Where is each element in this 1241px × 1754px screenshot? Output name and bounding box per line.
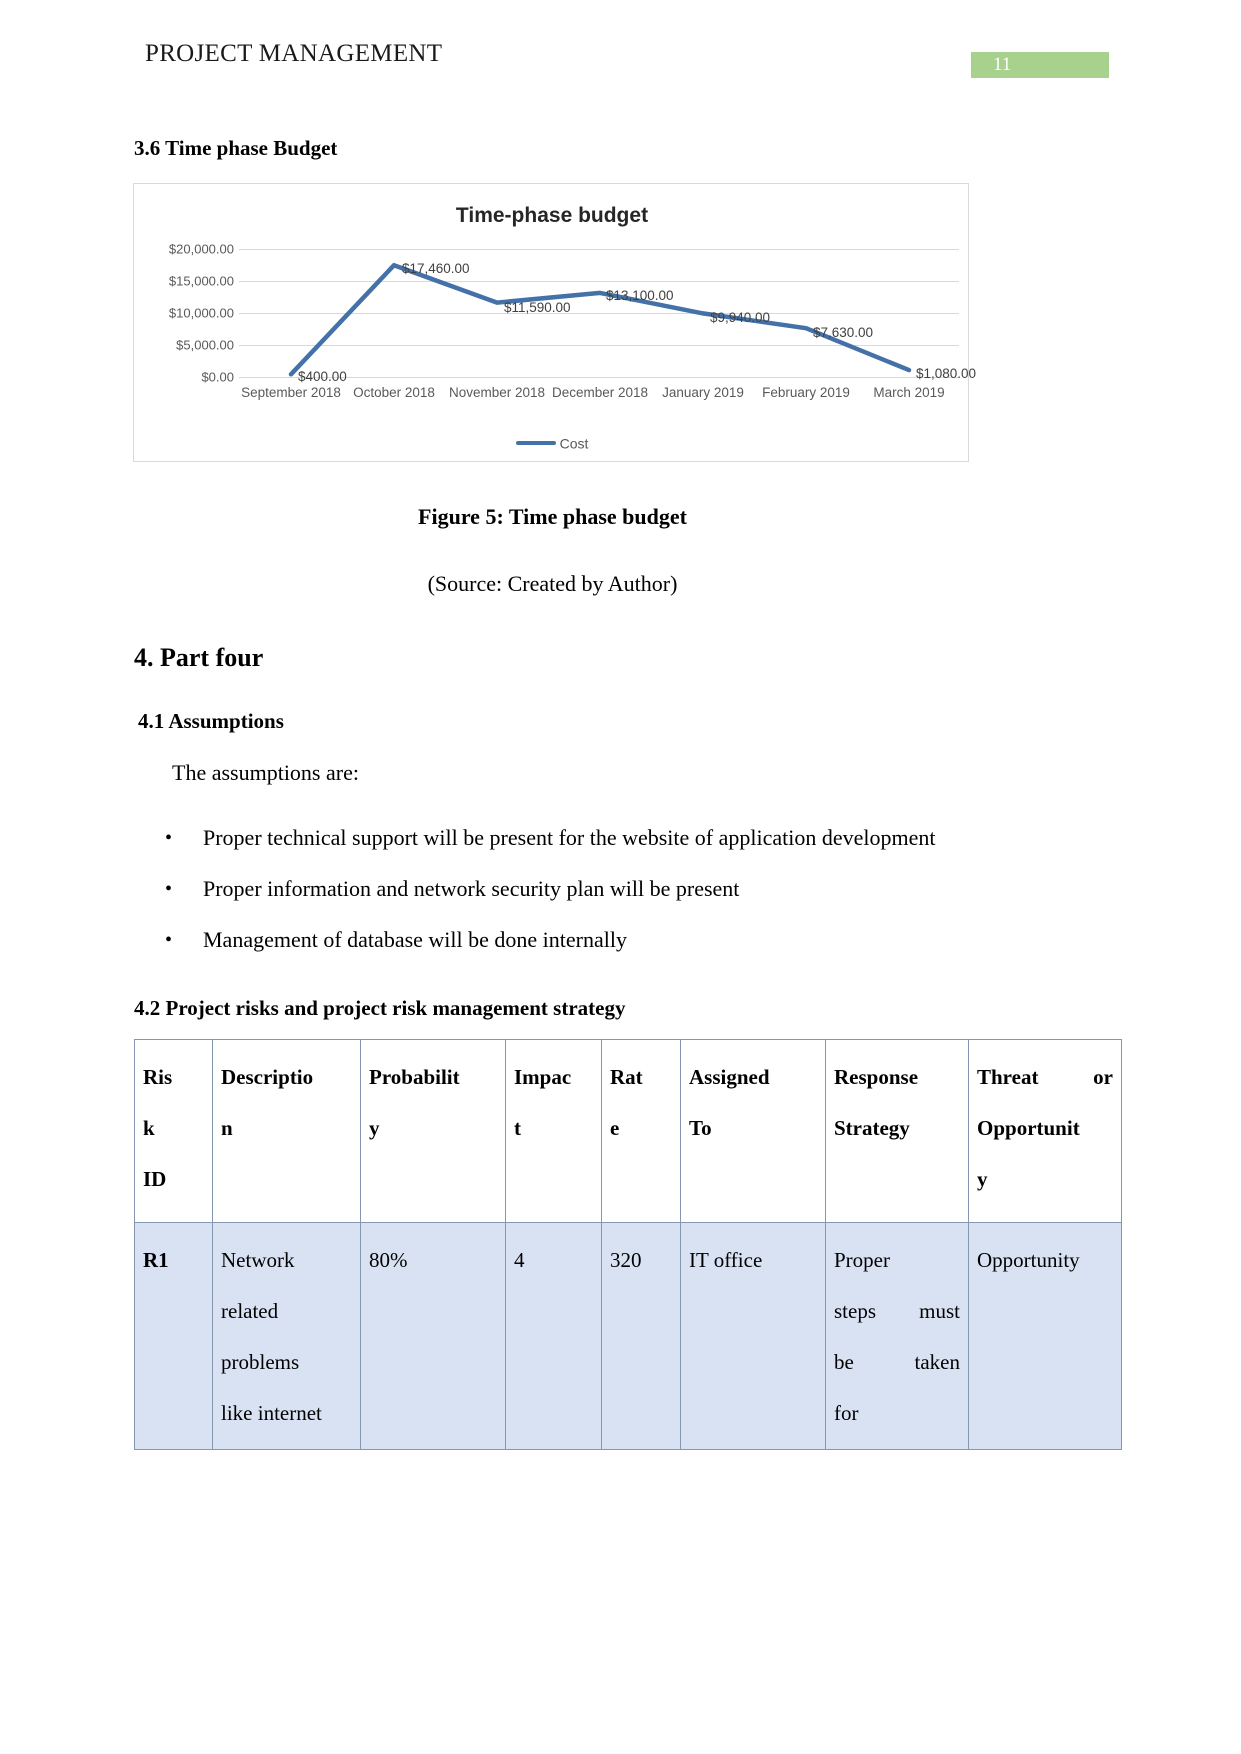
header-line: Impac [514,1065,572,1089]
column-header-risk-id: Ris k ID [134,1039,213,1223]
document-title: PROJECT MANAGEMENT [145,40,443,67]
cell-line: be taken [834,1350,960,1374]
data-label: $17,460.00 [402,261,470,276]
chart-plot-area: $20,000.00 $15,000.00 $10,000.00 $5,000.… [134,242,976,434]
header-line: t [514,1116,521,1140]
bullet-icon: • [165,878,173,900]
header-line: Descriptio [221,1065,314,1089]
cell-rate: 320 [601,1222,681,1450]
bullet-icon: • [165,827,173,849]
list-item: • Proper information and network securit… [165,877,1065,928]
header-line: n [221,1116,233,1140]
cell-line: Network [221,1248,295,1272]
column-header-rate: Rat e [601,1039,681,1223]
cell-threat-or-opportunity: Opportunity [968,1222,1122,1450]
x-tick-label: February 2019 [762,385,850,400]
x-tick-label: November 2018 [448,385,546,400]
x-tick-label: October 2018 [353,385,435,400]
header-line: e [610,1116,620,1140]
table-row: R1 Network related problems like interne… [134,1222,1122,1450]
chart-x-axis-labels: September 2018 October 2018 November 201… [239,384,959,428]
cell-description: Network related problems like internet [212,1222,361,1450]
x-tick-label: March 2019 [873,385,945,400]
header-line: Response [834,1065,919,1089]
table-header-row: Ris k ID Descriptio n Probabilit y Impac… [134,1039,1122,1223]
data-label: $11,590.00 [504,300,571,315]
data-label: $7,630.00 [813,325,874,340]
assumptions-intro: The assumptions are: [172,760,359,785]
column-header-threat-or-opportunity: Threat or Opportunit y [968,1039,1122,1223]
cell-impact: 4 [505,1222,602,1450]
cell-line: related [221,1299,279,1323]
list-item-label: Proper technical support will be present… [203,825,936,850]
data-label: $13,100.00 [606,288,674,303]
chart-legend: Cost [134,434,970,451]
header-line: Threat or [977,1065,1113,1089]
cell-risk-id: R1 [134,1222,213,1450]
assumptions-list: • Proper technical support will be prese… [165,826,1065,979]
cell-line: Proper [834,1248,890,1272]
header-line: Assigned [689,1065,770,1089]
header-line: y [977,1167,988,1191]
header-line: y [369,1116,380,1140]
x-tick-label: September 2018 [241,385,341,400]
heading-4-2: 4.2 Project risks and project risk manag… [134,996,626,1020]
cell-line: steps must [834,1299,960,1323]
list-item: • Proper technical support will be prese… [165,826,1065,877]
heading-4-1: 4.1 Assumptions [138,709,284,733]
cell-line: for [834,1401,859,1425]
list-item-label: Management of database will be done inte… [203,927,627,952]
legend-label-cost: Cost [559,435,589,451]
header-line: To [689,1116,712,1140]
data-label: $9,940.00 [710,310,771,325]
column-header-probability: Probabilit y [360,1039,506,1223]
figure-source: (Source: Created by Author) [427,571,678,596]
bullet-icon: • [165,929,173,951]
list-item-label: Proper information and network security … [203,876,740,901]
cell-probability: 80% [360,1222,506,1450]
header-line: k [143,1116,155,1140]
column-header-description: Descriptio n [212,1039,361,1223]
table-header-row-group: Ris k ID Descriptio n Probabilit y Impac… [134,1039,1122,1223]
data-label: $1,080.00 [916,366,977,381]
header-line: Opportunit [977,1116,1080,1140]
risk-management-table: Ris k ID Descriptio n Probabilit y Impac… [134,1039,1122,1450]
cell-response-strategy: Proper steps must be taken for [825,1222,969,1450]
legend-color-swatch-cost [515,441,556,445]
time-phase-budget-chart: Time-phase budget $20,000.00 $15,000.00 … [133,183,976,462]
column-header-assigned-to: Assigned To [680,1039,826,1223]
header-line: Probabilit [369,1065,460,1089]
cell-line: like internet [221,1401,322,1425]
x-tick-label: January 2019 [662,385,744,400]
column-header-impact: Impac t [505,1039,602,1223]
header-line: Rat [610,1065,643,1089]
x-tick-label: December 2018 [551,385,649,400]
cell-assigned-to: IT office [680,1222,826,1450]
heading-part-four: 4. Part four [134,643,264,672]
header-line: ID [143,1167,167,1191]
column-header-response-strategy: Response Strategy [825,1039,969,1223]
data-label: $400.00 [298,369,347,384]
table-body: R1 Network related problems like interne… [134,1222,1122,1450]
header-line: Strategy [834,1116,910,1140]
header-line: Ris [143,1065,173,1089]
cell-line: problems [221,1350,300,1374]
heading-3-6: 3.6 Time phase Budget [134,136,338,160]
figure-caption: Figure 5: Time phase budget [418,504,687,529]
list-item: • Management of database will be done in… [165,928,1065,979]
page-number-badge: 11 [971,52,1109,78]
chart-title: Time-phase budget [455,204,649,227]
